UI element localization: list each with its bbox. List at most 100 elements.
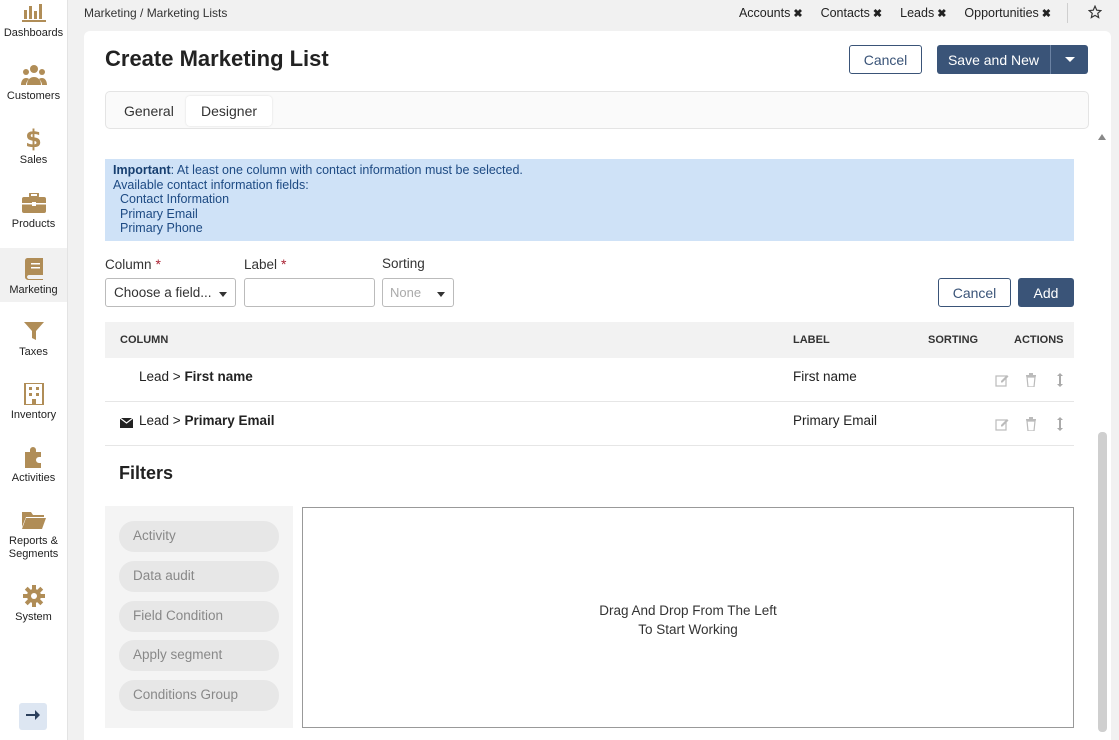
criteria-conditions-group[interactable]: Conditions Group (119, 680, 279, 711)
folder-icon (21, 507, 47, 533)
sidebar-item-taxes[interactable]: Taxes (0, 302, 67, 364)
drag-handle-icon[interactable] (1053, 417, 1067, 431)
sidebar-item-label: Products (11, 218, 56, 230)
sidebar-collapse-button[interactable] (19, 703, 47, 730)
sidebar-item-products[interactable]: Products (0, 174, 67, 236)
sidebar-item-label: System (15, 611, 52, 623)
briefcase-icon (21, 190, 47, 216)
chevron-down-icon (219, 292, 227, 297)
sidebar-item-sales[interactable]: $ Sales (0, 110, 67, 172)
page-title: Create Marketing List (105, 46, 329, 71)
puzzle-icon (21, 444, 47, 470)
sidebar-item-label: Sales (19, 154, 48, 166)
row-column: Lead > Primary Email (139, 413, 275, 428)
sidebar-item-reports[interactable]: Reports & Segments (0, 501, 67, 566)
cancel-button[interactable]: Cancel (849, 45, 922, 74)
criteria-apply-segment[interactable]: Apply segment (119, 640, 279, 671)
sidebar-item-inventory[interactable]: Inventory (0, 365, 67, 427)
notice-field: Contact Information (120, 192, 230, 207)
scroll-up-icon[interactable] (1098, 134, 1106, 140)
pin-contacts[interactable]: Contacts ✖ (821, 6, 883, 20)
sorting-select-value: None (390, 285, 422, 300)
chevron-down-icon (437, 292, 445, 297)
divider (1067, 3, 1068, 23)
tab-general[interactable]: General (109, 96, 189, 126)
chevron-down-icon (1064, 57, 1075, 62)
sidebar-item-system[interactable]: System (0, 567, 67, 629)
criteria-field-condition[interactable]: Field Condition (119, 601, 279, 632)
breadcrumb[interactable]: Marketing / Marketing Lists (84, 6, 227, 20)
table-row: Lead > Primary Email Primary Email (105, 402, 1074, 446)
label-label-text: Label (244, 257, 278, 272)
dollar-icon: $ (25, 125, 42, 153)
trash-icon[interactable] (1024, 373, 1038, 388)
header-column: COLUMN (120, 334, 169, 346)
sidebar-item-label: Customers (6, 90, 61, 102)
sidebar-item-label: Taxes (19, 346, 48, 358)
building-icon (21, 381, 47, 407)
pin-label: Opportunities (964, 6, 1039, 20)
row-prefix: Lead > (139, 369, 181, 384)
pin-label: Accounts (738, 6, 791, 20)
header-sorting: SORTING (928, 334, 979, 346)
close-icon[interactable]: ✖ (793, 7, 802, 20)
sidebar-item-marketing[interactable]: Marketing (0, 248, 67, 302)
close-icon[interactable]: ✖ (1042, 7, 1051, 20)
save-and-new-button[interactable]: Save and New (937, 45, 1050, 74)
drag-handle-icon[interactable] (1053, 373, 1067, 387)
notice-field: Primary Email (120, 206, 198, 221)
row-field: First name (184, 369, 253, 384)
columns-table-header: COLUMN LABEL SORTING ACTIONS (105, 322, 1074, 358)
book-icon (21, 256, 47, 282)
main-card: Create Marketing List Cancel Save and Ne… (84, 31, 1111, 740)
criteria-data-audit[interactable]: Data audit (119, 561, 279, 592)
sidebar: Dashboards Customers $ Sales Products Ma… (0, 0, 68, 740)
sorting-select[interactable]: None (382, 278, 454, 307)
trash-icon[interactable] (1024, 417, 1038, 432)
users-icon (20, 62, 47, 88)
column-label-text: Column (105, 257, 152, 272)
contact-info-notice: Important: At least one column with cont… (105, 159, 1074, 241)
header-actions: ACTIONS (1014, 334, 1064, 346)
pin-opportunities[interactable]: Opportunities ✖ (964, 6, 1051, 20)
filters-title: Filters (119, 463, 174, 483)
sorting-field-label: Sorting (382, 256, 425, 271)
column-field-label: Column * (105, 256, 161, 272)
dropzone-hint: Drag And Drop From The Left To Start Wor… (303, 601, 1073, 639)
edit-icon[interactable] (995, 417, 1009, 431)
row-label: First name (793, 369, 857, 384)
edit-icon[interactable] (995, 373, 1009, 387)
pin-leads[interactable]: Leads ✖ (900, 6, 946, 20)
tab-designer[interactable]: Designer (186, 96, 273, 126)
criteria-activity[interactable]: Activity (119, 521, 279, 552)
criteria-list: Activity Data audit Field Condition Appl… (105, 506, 293, 728)
pin-label: Leads (900, 6, 935, 20)
save-options-dropdown[interactable] (1050, 45, 1088, 74)
notice-important: Important (113, 163, 171, 177)
row-prefix: Lead > (139, 413, 181, 428)
column-select-value: Choose a field... (114, 285, 212, 300)
dropzone-line: Drag And Drop From The Left (599, 603, 777, 618)
close-icon[interactable]: ✖ (873, 7, 882, 20)
sidebar-item-label: Reports & (9, 535, 58, 547)
close-icon[interactable]: ✖ (937, 7, 946, 20)
filter-dropzone[interactable]: Drag And Drop From The Left To Start Wor… (302, 507, 1074, 728)
sidebar-item-label: Dashboards (3, 27, 64, 39)
arrow-right-icon (26, 708, 40, 726)
row-column: Lead > First name (139, 369, 253, 384)
label-input[interactable] (244, 278, 375, 307)
scrollbar-thumb[interactable] (1098, 432, 1107, 732)
sidebar-item-customers[interactable]: Customers (0, 46, 67, 108)
column-select[interactable]: Choose a field... (105, 278, 236, 307)
pin-accounts[interactable]: Accounts ✖ (739, 6, 803, 20)
sidebar-item-dashboards[interactable]: Dashboards (0, 0, 67, 45)
header-label: LABEL (793, 334, 830, 346)
notice-field: Primary Phone (120, 221, 203, 236)
star-icon[interactable] (1087, 4, 1103, 19)
add-column-button[interactable]: Add (1018, 278, 1074, 307)
pinned-tabs: Accounts ✖ Contacts ✖ Leads ✖ Opportunities… (721, 6, 1051, 20)
envelope-icon (119, 416, 134, 431)
cancel-column-button[interactable]: Cancel (938, 278, 1011, 307)
dropzone-line: To Start Working (638, 622, 738, 637)
sidebar-item-activities[interactable]: Activities (0, 428, 67, 490)
